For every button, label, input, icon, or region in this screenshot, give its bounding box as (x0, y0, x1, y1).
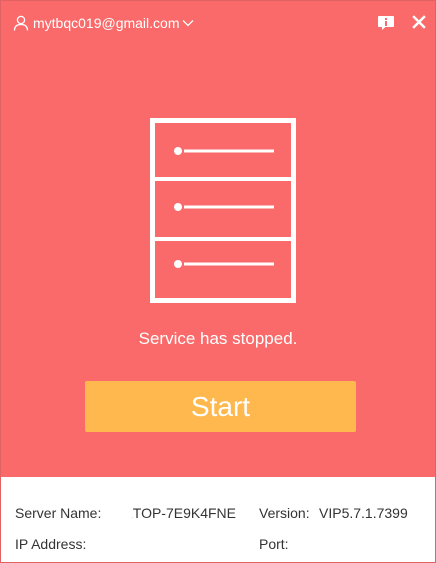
service-status: Service has stopped. (138, 329, 298, 348)
account-dropdown[interactable]: mytbqc019@gmail.com (13, 14, 194, 32)
close-icon (412, 15, 426, 29)
status-panel: mytbqc019@gmail.com Service has stopped.… (1, 1, 435, 477)
server-name-value: DESKTOP-7E9K4FNE (132, 505, 236, 521)
close-button[interactable] (410, 13, 428, 31)
version-value: VIP5.7.1.7399 (319, 505, 408, 521)
title-bar: mytbqc019@gmail.com (1, 1, 435, 41)
server-rack-icon (150, 118, 296, 303)
info-icon (378, 16, 394, 30)
user-icon (13, 15, 29, 31)
server-info-panel: Server Name: DESKTOP-7E9K4FNE Version: V… (1, 477, 435, 562)
ip-address-label: IP Address: (15, 536, 87, 552)
port-label: Port: (259, 536, 289, 552)
info-button[interactable] (377, 13, 395, 31)
app-window: mytbqc019@gmail.com Service has stopped.… (0, 0, 436, 563)
version-label: Version: (259, 505, 310, 521)
account-email: mytbqc019@gmail.com (33, 15, 180, 31)
start-button[interactable]: Start (85, 381, 356, 432)
chevron-down-icon (182, 20, 193, 27)
server-name-label: Server Name: (15, 505, 102, 521)
